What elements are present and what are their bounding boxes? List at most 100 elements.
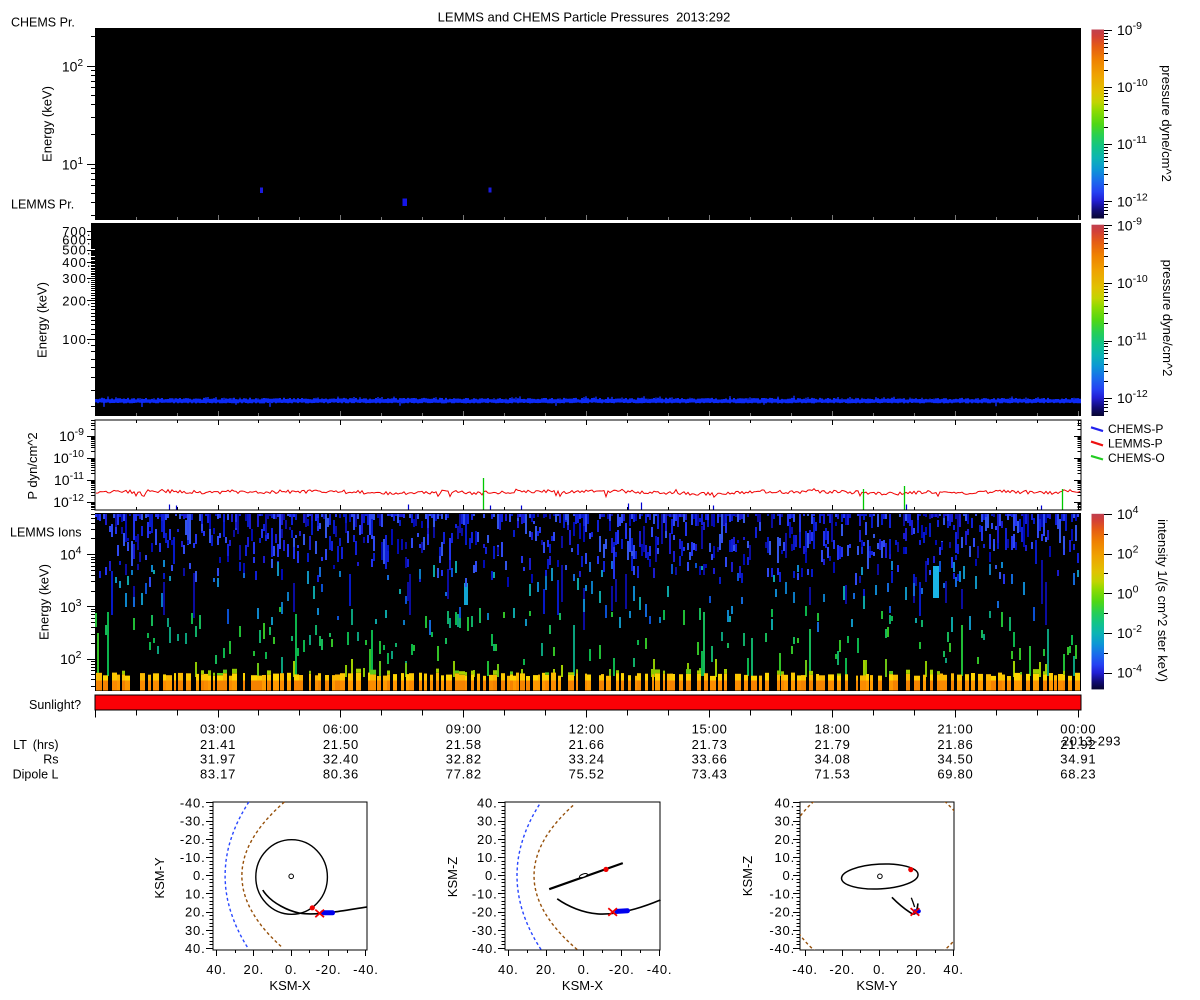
svg-text:pressure dyne/cm^2: pressure dyne/cm^2 xyxy=(1159,65,1174,182)
svg-text:10.: 10. xyxy=(185,886,205,901)
svg-text:21.41: 21.41 xyxy=(200,737,236,752)
svg-text:Energy (keV): Energy (keV) xyxy=(40,86,55,162)
svg-text:34.50: 34.50 xyxy=(937,752,973,767)
svg-text:200.: 200. xyxy=(62,293,91,308)
svg-text:80.36: 80.36 xyxy=(323,767,359,782)
svg-text:-10.: -10. xyxy=(472,886,498,901)
svg-text:KSM-Y: KSM-Y xyxy=(152,857,167,899)
svg-text:-10.: -10. xyxy=(769,886,795,901)
svg-text:0.: 0. xyxy=(873,962,885,977)
svg-text:-20.: -20. xyxy=(829,962,855,977)
svg-text:101: 101 xyxy=(62,156,84,173)
svg-text:83.17: 83.17 xyxy=(200,767,236,782)
svg-text:10-10: 10-10 xyxy=(1117,273,1148,291)
svg-text:CHEMS-P: CHEMS-P xyxy=(1108,422,1163,436)
svg-text:P dyn/cm^2: P dyn/cm^2 xyxy=(25,432,40,499)
svg-text:03:00: 03:00 xyxy=(200,722,236,737)
svg-text:10-11: 10-11 xyxy=(54,470,84,488)
svg-text:10-11: 10-11 xyxy=(1117,331,1147,349)
svg-text:-30.: -30. xyxy=(180,814,206,829)
svg-text:40.: 40. xyxy=(477,795,497,810)
svg-text:40.: 40. xyxy=(498,962,518,977)
svg-text:10-10: 10-10 xyxy=(53,448,84,466)
svg-text:21.86: 21.86 xyxy=(937,737,973,752)
svg-text:40.: 40. xyxy=(185,941,205,956)
svg-text:104: 104 xyxy=(1117,504,1139,522)
svg-text:20.: 20. xyxy=(185,905,205,920)
svg-text:102: 102 xyxy=(62,58,84,75)
svg-text:12:00: 12:00 xyxy=(569,722,605,737)
svg-text:21:00: 21:00 xyxy=(937,722,973,737)
svg-text:68.23: 68.23 xyxy=(1060,767,1096,782)
svg-text:15:00: 15:00 xyxy=(692,722,728,737)
svg-text:10-11: 10-11 xyxy=(1117,134,1147,152)
svg-text:102: 102 xyxy=(60,649,82,667)
svg-text:34.08: 34.08 xyxy=(814,752,850,767)
svg-text:21.79: 21.79 xyxy=(814,737,850,752)
svg-text:KSM-Z: KSM-Z xyxy=(445,857,460,898)
svg-text:32.82: 32.82 xyxy=(446,752,482,767)
svg-text:31.97: 31.97 xyxy=(200,752,236,767)
svg-text:34.91: 34.91 xyxy=(1060,752,1096,767)
svg-text:10-12: 10-12 xyxy=(1117,191,1148,209)
svg-text:-40.: -40. xyxy=(472,941,498,956)
svg-text:10-12: 10-12 xyxy=(53,492,84,510)
svg-text:Sunlight?: Sunlight? xyxy=(29,698,81,712)
svg-text:20.: 20. xyxy=(775,832,795,847)
svg-text:300.: 300. xyxy=(62,271,91,286)
svg-text:LEMMS and CHEMS Particle Press: LEMMS and CHEMS Particle Pressures 2013:… xyxy=(438,10,731,25)
svg-text:LT (hrs): LT (hrs) xyxy=(13,738,58,752)
svg-text:10-9: 10-9 xyxy=(1117,215,1142,233)
svg-text:intensity 1/(s cm^2 ster keV): intensity 1/(s cm^2 ster keV) xyxy=(1155,519,1170,682)
svg-text:103: 103 xyxy=(60,597,82,615)
svg-text:pressure dyne/cm^2: pressure dyne/cm^2 xyxy=(1160,260,1175,377)
svg-text:73.43: 73.43 xyxy=(692,767,728,782)
svg-text:69.80: 69.80 xyxy=(937,767,973,782)
svg-text:KSM-X: KSM-X xyxy=(269,978,311,993)
svg-text:40.: 40. xyxy=(775,795,795,810)
svg-text:75.52: 75.52 xyxy=(569,767,605,782)
svg-text:Dipole L: Dipole L xyxy=(13,768,59,782)
svg-text:30.: 30. xyxy=(185,923,205,938)
svg-text:LEMMS Pr.: LEMMS Pr. xyxy=(11,198,74,212)
svg-text:20.: 20. xyxy=(244,962,264,977)
svg-text:KSM-X: KSM-X xyxy=(562,978,604,993)
svg-text:77.82: 77.82 xyxy=(446,767,482,782)
svg-text:21.58: 21.58 xyxy=(446,737,482,752)
svg-text:06:00: 06:00 xyxy=(323,722,359,737)
svg-text:LEMMS-P: LEMMS-P xyxy=(1108,437,1163,451)
svg-text:71.53: 71.53 xyxy=(814,767,850,782)
svg-text:0.: 0. xyxy=(193,868,205,883)
svg-text:KSM-Y: KSM-Y xyxy=(856,978,898,993)
svg-text:2013-293: 2013-293 xyxy=(1062,734,1121,749)
svg-text:30.: 30. xyxy=(477,814,497,829)
svg-text:0.: 0. xyxy=(285,962,297,977)
svg-text:-20.: -20. xyxy=(769,905,795,920)
svg-text:CHEMS-O: CHEMS-O xyxy=(1108,451,1165,465)
svg-text:10-2: 10-2 xyxy=(1117,623,1142,641)
svg-text:09:00: 09:00 xyxy=(446,722,482,737)
svg-text:Energy (keV): Energy (keV) xyxy=(35,282,50,358)
svg-text:30.: 30. xyxy=(775,814,795,829)
svg-text:21.50: 21.50 xyxy=(323,737,359,752)
svg-text:-30.: -30. xyxy=(769,923,795,938)
svg-text:-20.: -20. xyxy=(472,905,498,920)
svg-text:32.40: 32.40 xyxy=(323,752,359,767)
svg-text:20.: 20. xyxy=(477,832,497,847)
svg-text:KSM-Z: KSM-Z xyxy=(740,856,755,897)
svg-text:18:00: 18:00 xyxy=(814,722,850,737)
svg-text:Energy (keV): Energy (keV) xyxy=(37,564,52,640)
svg-text:-10.: -10. xyxy=(180,850,206,865)
svg-text:CHEMS Pr.: CHEMS Pr. xyxy=(11,16,75,30)
svg-text:10.: 10. xyxy=(477,850,497,865)
svg-text:-40.: -40. xyxy=(647,962,673,977)
svg-text:0.: 0. xyxy=(485,868,497,883)
svg-text:40.: 40. xyxy=(943,962,963,977)
svg-text:700.: 700. xyxy=(62,224,91,239)
svg-text:20.: 20. xyxy=(906,962,926,977)
svg-text:0.: 0. xyxy=(783,868,795,883)
svg-text:10-9: 10-9 xyxy=(1117,20,1142,38)
svg-text:-20.: -20. xyxy=(180,832,206,847)
svg-text:10-12: 10-12 xyxy=(1117,388,1148,406)
svg-text:-20.: -20. xyxy=(316,962,342,977)
